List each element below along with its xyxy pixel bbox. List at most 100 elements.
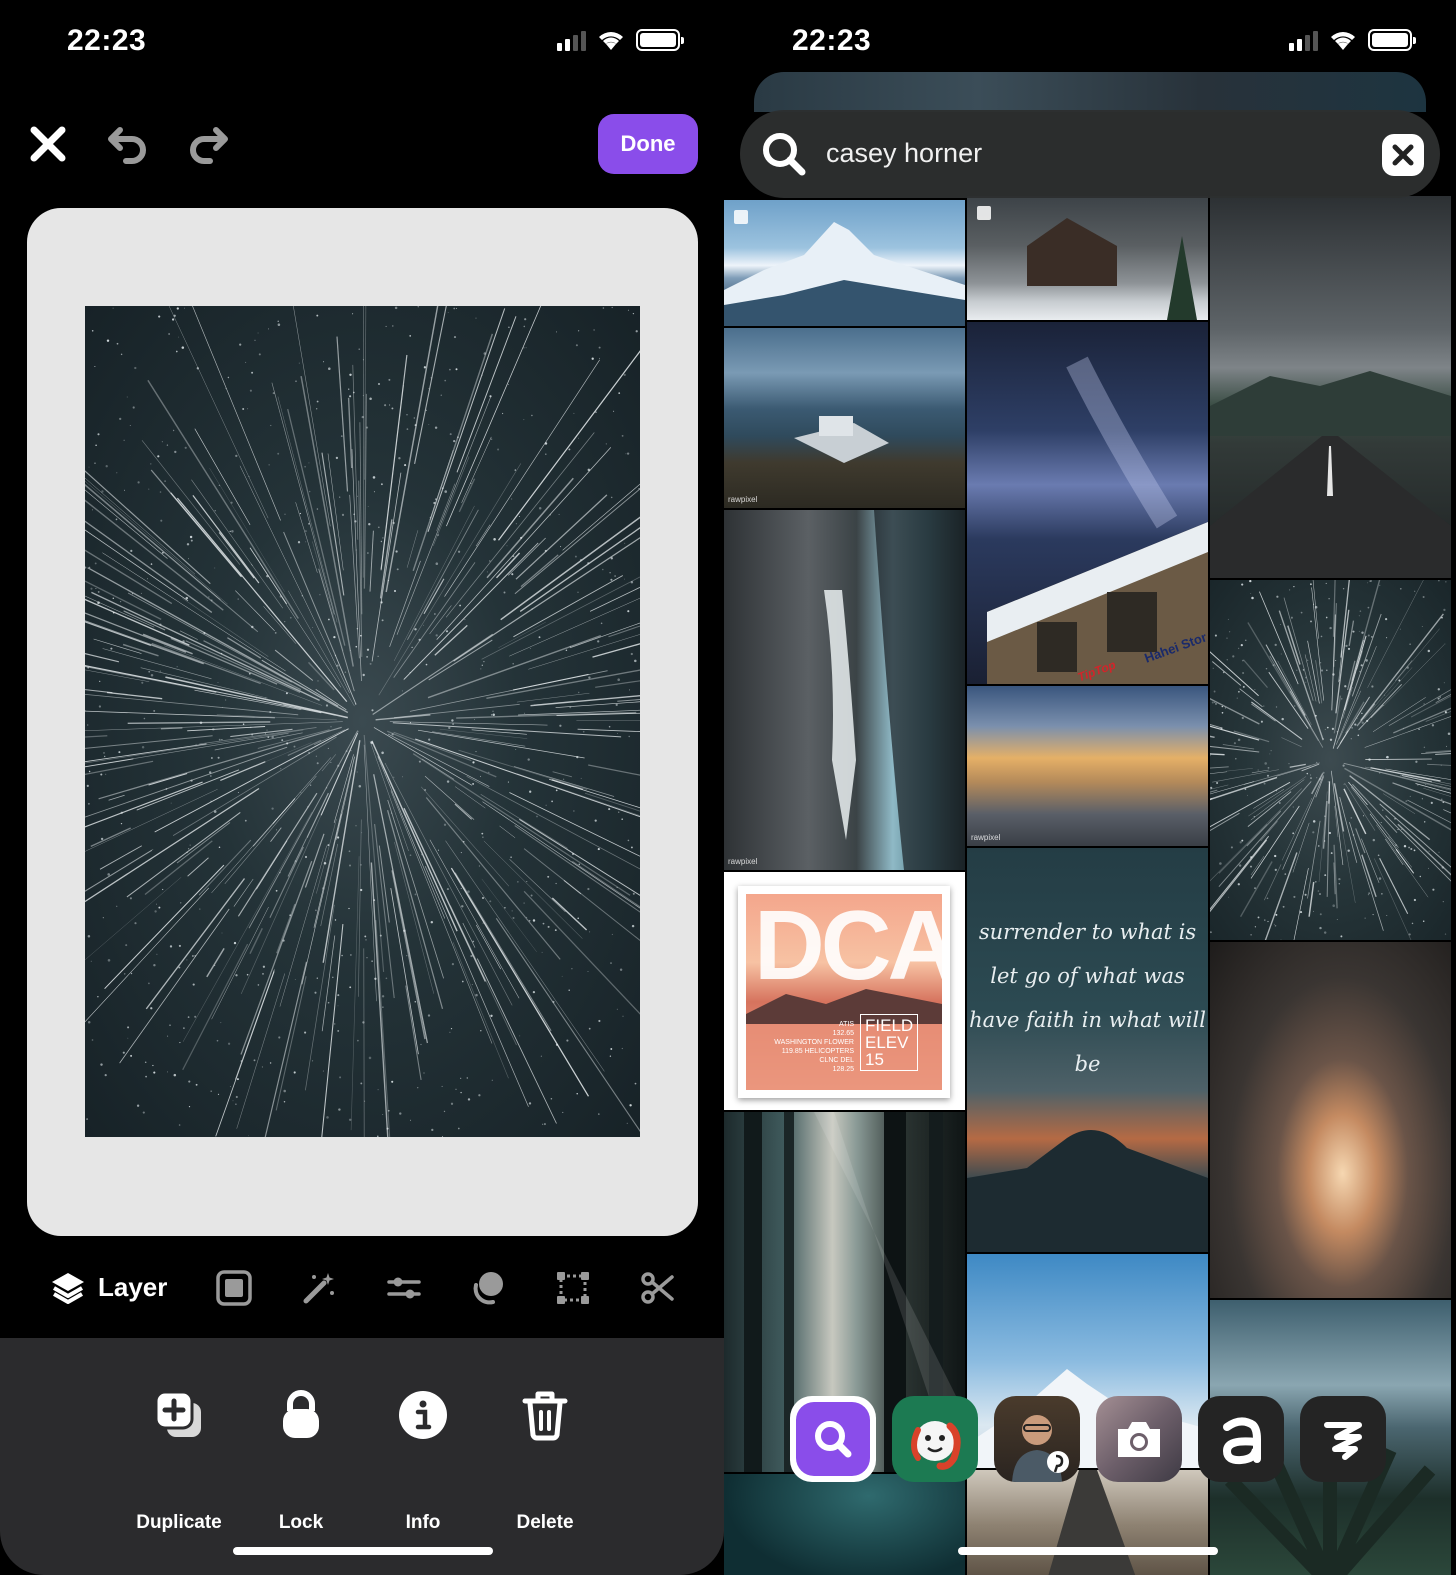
star-dot: [337, 1005, 339, 1007]
star-dot: [519, 1035, 521, 1037]
result-tile-snowy-cabin[interactable]: [967, 196, 1208, 320]
star-dot: [1320, 635, 1323, 638]
close-button[interactable]: [26, 122, 70, 166]
starburst-photo-layer[interactable]: [85, 306, 640, 1137]
star-dot: [1293, 585, 1295, 588]
app-pinterest-shortcut[interactable]: [994, 1396, 1080, 1482]
result-tile-storm-sunburst[interactable]: [1210, 942, 1451, 1298]
star-dot: [316, 508, 319, 510]
star-dot: [358, 348, 360, 350]
duplicate-button[interactable]: Duplicate: [119, 1380, 239, 1534]
star-streak: [98, 726, 342, 800]
star-dot: [464, 619, 466, 621]
star-dot: [172, 429, 175, 432]
result-tile-shipwreck-lake[interactable]: rawpixel: [724, 328, 965, 508]
star-dot: [171, 318, 175, 321]
search-input[interactable]: casey horner: [826, 138, 982, 169]
star-dot: [116, 905, 118, 907]
star-dot: [348, 850, 351, 853]
result-tile-star-trails-small[interactable]: [724, 1474, 965, 1575]
result-tile-sunset-clouds[interactable]: rawpixel: [967, 686, 1208, 846]
star-dot: [115, 518, 118, 521]
star-dot: [1226, 659, 1228, 661]
star-dot: [371, 709, 374, 712]
star-dot: [1213, 690, 1216, 693]
result-tile-milkyway-store[interactable]: Hahei Stor TipTop: [967, 322, 1208, 684]
star-dot: [1372, 838, 1376, 842]
star-dot: [119, 600, 122, 603]
star-dot: [362, 673, 365, 677]
star-dot: [369, 662, 372, 665]
star-dot: [617, 678, 620, 681]
star-streak: [393, 505, 475, 662]
star-dot: [1260, 720, 1263, 723]
star-dot: [561, 975, 563, 977]
magic-tool[interactable]: [299, 1268, 339, 1308]
result-tile-waterfall-cliff[interactable]: rawpixel: [724, 510, 965, 870]
clear-search-button[interactable]: [1382, 134, 1424, 176]
star-dot: [144, 1061, 147, 1064]
star-dot: [1254, 689, 1256, 690]
star-streak: [1210, 753, 1225, 756]
star-dot: [153, 963, 156, 967]
app-font-shortcut[interactable]: [1300, 1396, 1386, 1482]
sliders-icon: [387, 1277, 421, 1299]
lock-button[interactable]: Lock: [241, 1380, 361, 1534]
blend-tool[interactable]: [468, 1268, 508, 1308]
layer-tool[interactable]: [48, 1268, 88, 1308]
star-dot: [1263, 705, 1265, 707]
star-dot: [368, 523, 371, 526]
star-dot: [180, 902, 182, 904]
star-dot: [630, 652, 633, 656]
cutout-tool[interactable]: [637, 1268, 677, 1308]
app-search-shortcut[interactable]: [790, 1396, 876, 1482]
star-dot: [417, 306, 419, 308]
home-indicator-right[interactable]: [958, 1547, 1218, 1555]
app-sticker-shortcut[interactable]: [892, 1396, 978, 1482]
store-shape: [987, 356, 1208, 684]
star-dot: [1419, 875, 1422, 878]
road-clouds-shape: [1210, 371, 1451, 578]
frame-tool[interactable]: [214, 1268, 254, 1308]
result-tile-mountain-snow[interactable]: [724, 200, 965, 326]
design-canvas[interactable]: [27, 208, 698, 1236]
result-tile-dca-poster[interactable]: DCA ATIS 132.65 WASHINGTON FLOWER 119.85…: [724, 872, 965, 1110]
star-streak: [486, 669, 640, 699]
info-button[interactable]: Info: [363, 1380, 483, 1534]
crop-tool[interactable]: [553, 1268, 593, 1308]
star-dot: [231, 530, 234, 533]
redo-button[interactable]: [186, 122, 230, 166]
star-dot: [393, 589, 397, 593]
done-button[interactable]: Done: [598, 114, 698, 174]
star-dot: [1362, 815, 1365, 817]
star-streak: [427, 635, 602, 699]
result-tile-quote-halfdome[interactable]: surrender to what is let go of what was …: [967, 848, 1208, 1252]
star-dot: [593, 329, 595, 331]
star-streak: [85, 529, 189, 602]
star-dot: [181, 346, 185, 349]
star-streak: [552, 771, 573, 778]
star-dot: [229, 530, 231, 533]
star-dot: [1282, 905, 1285, 908]
undo-button[interactable]: [106, 122, 150, 166]
star-dot: [1344, 685, 1347, 688]
star-dot: [497, 448, 500, 451]
app-text-shortcut[interactable]: [1198, 1396, 1284, 1482]
app-camera-shortcut[interactable]: [1096, 1396, 1182, 1482]
star-streak: [1364, 628, 1440, 720]
search-bar[interactable]: casey horner: [740, 110, 1440, 198]
delete-button[interactable]: Delete: [485, 1380, 605, 1534]
star-streak: [321, 935, 336, 1032]
star-streak: [480, 793, 568, 849]
result-tile-road-clouds[interactable]: [1210, 196, 1451, 578]
star-dot: [337, 836, 340, 839]
layer-tool-label[interactable]: Layer: [98, 1272, 167, 1303]
home-indicator[interactable]: [233, 1547, 493, 1555]
star-dot: [91, 509, 94, 511]
result-tile-starburst-thumb[interactable]: [1210, 580, 1451, 940]
star-streak: [1385, 815, 1451, 882]
star-dot: [381, 751, 384, 755]
star-dot: [283, 1089, 286, 1093]
adjust-tool[interactable]: [384, 1268, 424, 1308]
star-dot: [547, 925, 550, 928]
